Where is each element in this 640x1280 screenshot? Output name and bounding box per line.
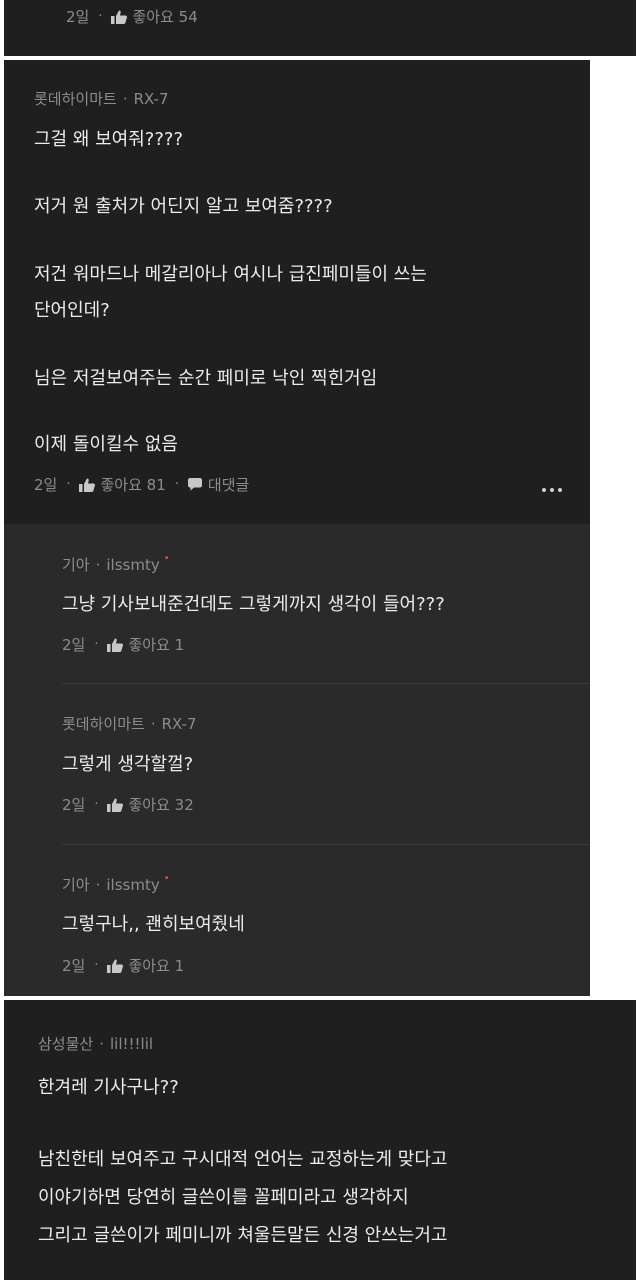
author-store: 롯데하이마트 xyxy=(34,90,117,108)
top-comment-meta: 2일 · 좋아요 54 xyxy=(66,6,198,27)
like-count[interactable]: 좋아요 1 xyxy=(128,634,184,655)
reply-meta: 2일 · 좋아요 32 xyxy=(62,794,194,815)
reply-divider xyxy=(62,844,590,845)
comment-age: 2일 xyxy=(62,957,86,975)
author-store: 기아 xyxy=(62,556,90,574)
author-id: RX-7 xyxy=(133,89,169,108)
comment-author[interactable]: 롯데하이마트 · RX-7 xyxy=(34,88,169,109)
reply-text: 그렇게 생각할껄? xyxy=(62,754,194,775)
comment-text-line: 저건 워마드나 메갈리아나 여시나 급진페미들이 쓰는 xyxy=(34,264,427,285)
like-count[interactable]: 좋아요 32 xyxy=(128,794,193,815)
comment-text-line: 그리고 글쓴이가 페미니까 쳐울든말든 신경 안쓰는거고 xyxy=(38,1225,448,1246)
author-store: 롯데하이마트 xyxy=(62,715,145,733)
comment-age: 2일 xyxy=(62,636,86,654)
author-separator: · xyxy=(95,555,101,574)
more-dots-icon[interactable] xyxy=(542,488,562,492)
author-id: lil!!!lil xyxy=(109,1034,154,1053)
reply-button[interactable]: 대댓글 xyxy=(208,474,249,495)
like-count[interactable]: 좋아요 81 xyxy=(100,474,165,495)
meta-separator: · xyxy=(94,958,99,973)
comment-main-meta: 2일 · 좋아요 81 · 대댓글 xyxy=(34,474,249,495)
author-separator: · xyxy=(99,1034,104,1053)
comment-author[interactable]: 삼성물산 · lil!!!lil xyxy=(38,1033,153,1054)
author-id: ilssmty xyxy=(106,875,160,894)
reply-meta: 2일 · 좋아요 1 xyxy=(62,634,184,655)
comment-text-line: 님은 저걸보여주는 순간 페미로 낙인 찍힌거임 xyxy=(34,368,378,389)
meta-separator: · xyxy=(94,797,99,812)
reply-author[interactable]: 기아 · ilssmty • xyxy=(62,553,170,575)
meta-separator: · xyxy=(174,477,179,492)
thumbs-up-icon[interactable] xyxy=(79,478,95,492)
meta-separator: · xyxy=(98,9,103,24)
author-store: 삼성물산 xyxy=(38,1035,94,1053)
comment-text-line: 이야기하면 당연히 글쓴이를 꼴페미라고 생각하지 xyxy=(38,1187,409,1208)
reply-author[interactable]: 롯데하이마트 · RX-7 xyxy=(62,713,197,734)
meta-separator: · xyxy=(94,637,99,652)
thumbs-up-icon[interactable] xyxy=(107,798,123,812)
new-badge: • xyxy=(163,553,170,564)
comment-age: 2일 xyxy=(34,476,58,494)
author-id: RX-7 xyxy=(161,714,197,733)
reply-author[interactable]: 기아 · ilssmty • xyxy=(62,873,170,895)
comment-age: 2일 xyxy=(66,8,90,26)
comment-age: 2일 xyxy=(62,796,86,814)
reply-divider xyxy=(62,683,590,684)
reply-text: 그렇구나,, 괜히보여줬네 xyxy=(62,914,245,935)
top-comment-panel: 2일 · 좋아요 54 xyxy=(4,0,636,56)
thumbs-up-icon[interactable] xyxy=(111,10,127,24)
like-count[interactable]: 좋아요 54 xyxy=(132,6,197,27)
new-badge: • xyxy=(163,873,170,884)
comment-text-line: 남친한테 보여주고 구시대적 언어는 교정하는게 맞다고 xyxy=(38,1149,448,1170)
meta-separator: · xyxy=(66,477,71,492)
comment-text-line: 단어인데? xyxy=(34,300,110,321)
reply-text: 그냥 기사보내준건데도 그렇게까지 생각이 들어??? xyxy=(62,594,445,615)
like-count[interactable]: 좋아요 1 xyxy=(128,955,184,976)
comment-text-line: 한겨레 기사구나?? xyxy=(38,1077,179,1098)
author-store: 기아 xyxy=(62,876,90,894)
comment-text-line: 저거 원 출처가 어딘지 알고 보여줌???? xyxy=(34,196,333,217)
speech-bubble-icon[interactable] xyxy=(188,478,202,491)
author-separator: · xyxy=(150,714,156,733)
comment-text-line: 그걸 왜 보여줘???? xyxy=(34,129,184,150)
author-id: ilssmty xyxy=(106,555,160,574)
comment-text-line: 이제 돌이킬수 없음 xyxy=(34,434,178,455)
thumbs-up-icon[interactable] xyxy=(107,638,123,652)
author-separator: · xyxy=(95,875,101,894)
thumbs-up-icon[interactable] xyxy=(107,959,123,973)
reply-meta: 2일 · 좋아요 1 xyxy=(62,955,184,976)
author-separator: · xyxy=(122,89,128,108)
